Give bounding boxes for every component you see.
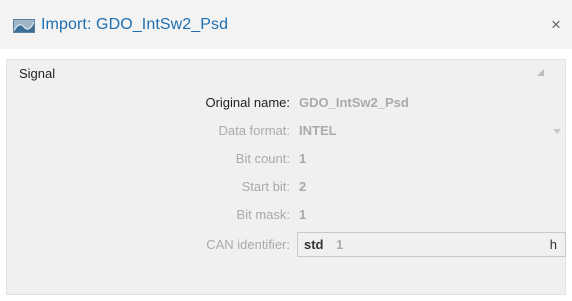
signal-import-icon: [13, 19, 35, 33]
section-title: Signal: [19, 66, 56, 81]
import-dialog: Import: GDO_IntSw2_Psd × Signal Original…: [0, 0, 572, 301]
start-bit-value: 2: [299, 179, 307, 194]
property-row-start-bit: Start bit: 2: [7, 177, 565, 197]
can-id-hex-suffix: h: [549, 237, 557, 252]
can-id-value: 1: [336, 237, 344, 252]
start-bit-label: Start bit:: [241, 179, 290, 194]
data-format-value: INTEL: [299, 123, 337, 138]
can-id-type: std: [304, 237, 324, 252]
close-button[interactable]: ×: [548, 16, 564, 34]
bit-count-label: Bit count:: [235, 151, 290, 166]
bit-mask-label: Bit mask:: [236, 207, 290, 222]
signal-section-header[interactable]: Signal: [7, 60, 565, 87]
collapse-triangle-icon[interactable]: [537, 69, 544, 76]
bit-count-value: 1: [299, 151, 307, 166]
signal-panel: Signal Original name: GDO_IntSw2_Psd Dat…: [6, 59, 566, 295]
property-row-original-name: Original name: GDO_IntSw2_Psd: [7, 93, 565, 113]
chevron-down-icon: [553, 129, 561, 134]
data-format-label: Data format:: [218, 123, 290, 138]
property-row-can-identifier: CAN identifier: std 1 h: [7, 232, 566, 257]
window-title: Import: GDO_IntSw2_Psd: [41, 16, 229, 33]
property-row-bit-mask: Bit mask: 1: [7, 205, 565, 225]
original-name-label: Original name:: [205, 95, 290, 110]
property-row-data-format: Data format: INTEL: [7, 121, 565, 141]
can-identifier-label: CAN identifier:: [206, 237, 290, 252]
property-row-bit-count: Bit count: 1: [7, 149, 565, 169]
bit-mask-value: 1: [299, 207, 307, 222]
original-name-value: GDO_IntSw2_Psd: [299, 95, 409, 110]
can-identifier-field[interactable]: std 1 h: [297, 232, 566, 257]
title-bar: Import: GDO_IntSw2_Psd ×: [0, 0, 572, 49]
